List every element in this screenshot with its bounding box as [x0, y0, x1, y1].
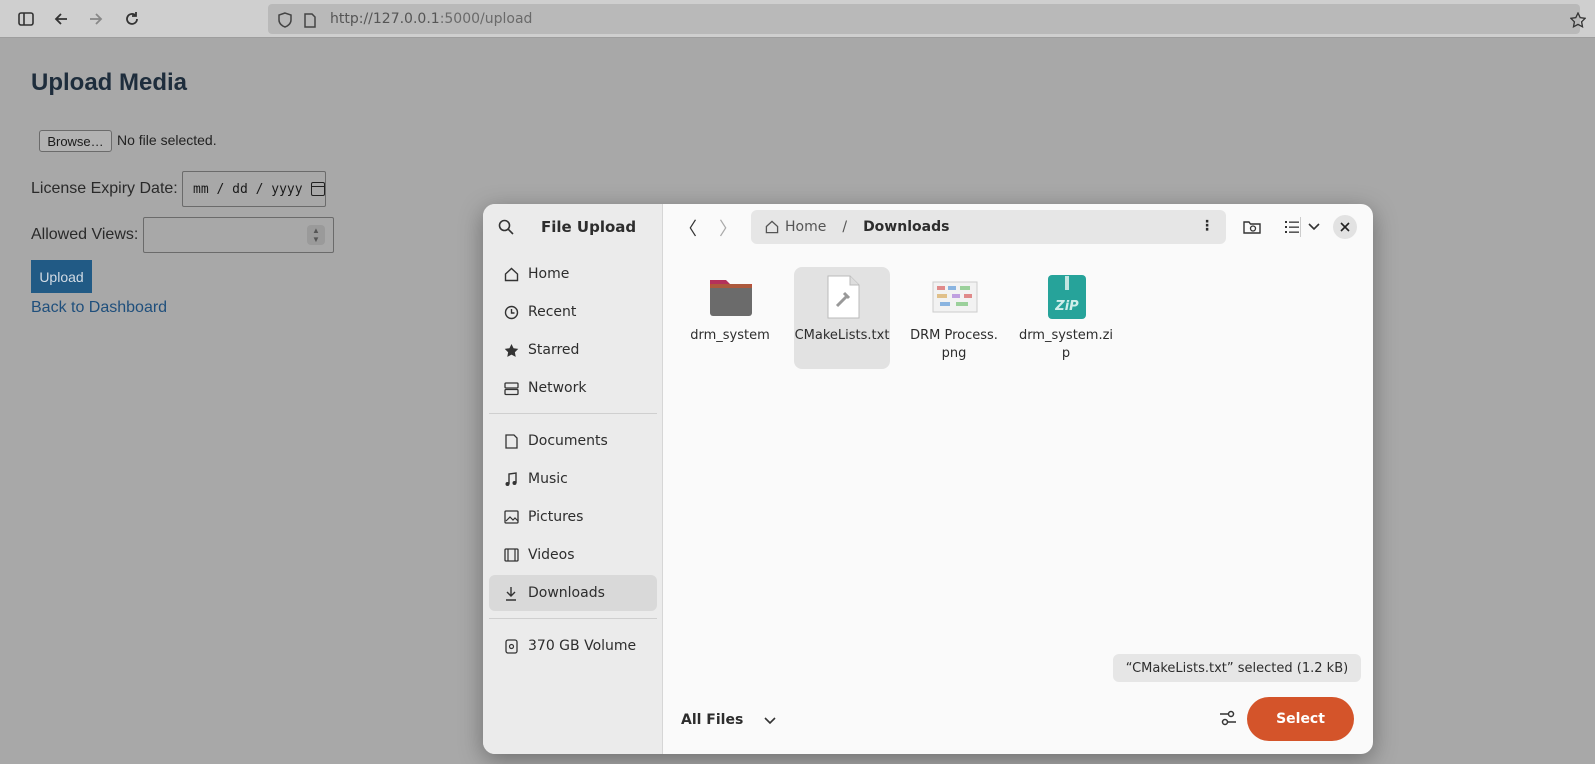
- sidebar-item-label: Network: [528, 380, 587, 396]
- close-icon: [1340, 222, 1350, 232]
- no-file-text: No file selected.: [117, 132, 217, 148]
- date-placeholder: mm / dd / yyyy: [193, 181, 303, 197]
- forward-arrow-icon[interactable]: [82, 5, 110, 33]
- folder-icon: [710, 280, 752, 316]
- sidebar-item-music[interactable]: Music: [489, 461, 657, 497]
- file-item-drm-system-zip[interactable]: ZiP drm_system.zip: [1018, 267, 1114, 369]
- selection-status: “CMakeLists.txt” selected (1.2 kB): [1113, 654, 1361, 682]
- text-file-icon: [827, 275, 860, 319]
- zip-archive-icon: ZiP: [1048, 275, 1086, 319]
- document-icon: [503, 433, 519, 449]
- expiry-date-input[interactable]: mm / dd / yyyy: [182, 171, 326, 207]
- back-arrow-icon[interactable]: [47, 5, 75, 33]
- calendar-icon[interactable]: [310, 182, 325, 196]
- file-upload-dialog: File Upload Home Recent Starred Network …: [483, 204, 1373, 754]
- browser-toolbar: http://127.0.0.1:5000/upload: [0, 0, 1595, 38]
- video-icon: [503, 547, 519, 563]
- sidebar-item-label: Recent: [528, 304, 577, 320]
- network-icon: [503, 380, 519, 396]
- clock-icon: [503, 304, 519, 320]
- sidebar-item-videos[interactable]: Videos: [489, 537, 657, 573]
- sidebar-item-starred[interactable]: Starred: [489, 332, 657, 368]
- star-icon: [503, 342, 519, 358]
- back-to-dashboard-link[interactable]: Back to Dashboard: [31, 299, 167, 317]
- options-icon[interactable]: [1216, 706, 1240, 730]
- allowed-views-label: Allowed Views:: [31, 226, 139, 243]
- file-name: drm_system.zip: [1018, 328, 1114, 361]
- file-name: DRM Process.png: [910, 328, 998, 361]
- forward-chevron-icon[interactable]: 〉: [716, 216, 740, 240]
- sidebar-item-label: Home: [528, 266, 570, 282]
- home-icon: [765, 220, 779, 234]
- file-item-cmakelists[interactable]: CMakeLists.txt: [794, 267, 890, 369]
- bookmark-star-icon[interactable]: [1569, 11, 1587, 29]
- reload-icon[interactable]: [118, 5, 146, 33]
- download-icon: [503, 585, 519, 601]
- breadcrumb-separator: /: [842, 219, 848, 235]
- spinner-icon[interactable]: ▲ ▼: [307, 225, 325, 245]
- breadcrumb-home-label: Home: [785, 219, 827, 235]
- svg-text:ZiP: ZiP: [1054, 299, 1079, 314]
- dialog-header: File Upload: [483, 204, 663, 250]
- sidebar-item-downloads[interactable]: Downloads: [489, 575, 657, 611]
- breadcrumb: Home / Downloads ⋮: [751, 210, 1226, 244]
- sidebar-item-label: Pictures: [528, 509, 584, 525]
- sidebar-item-network[interactable]: Network: [489, 370, 657, 406]
- sidebar-divider: [489, 413, 657, 414]
- address-bar[interactable]: http://127.0.0.1:5000/upload: [268, 4, 1586, 34]
- image-thumbnail-icon: [932, 281, 978, 313]
- picture-icon: [503, 509, 519, 525]
- drive-icon: [503, 638, 519, 654]
- dialog-main: 〈 〉 Home / Downloads ⋮ drm_system CMakeL…: [664, 204, 1373, 754]
- allowed-views-input[interactable]: ▲ ▼: [143, 217, 334, 253]
- music-icon: [503, 471, 519, 487]
- file-type-filter[interactable]: All Files: [681, 712, 743, 728]
- upload-button[interactable]: Upload: [31, 260, 92, 293]
- sidebar-item-label: Music: [528, 471, 568, 487]
- sidebar-item-label: 370 GB Volume: [528, 638, 637, 654]
- breadcrumb-home[interactable]: Home: [765, 219, 826, 235]
- close-button[interactable]: [1333, 215, 1357, 239]
- toolbar-separator: [1300, 217, 1301, 237]
- sidebar-item-volume[interactable]: 370 GB Volume: [489, 628, 657, 664]
- file-name: CMakeLists.txt: [794, 328, 890, 343]
- page-title: Upload Media: [31, 69, 188, 96]
- browse-button[interactable]: Browse…: [39, 130, 112, 152]
- breadcrumb-current[interactable]: Downloads: [863, 219, 949, 235]
- sidebar-toggle-icon[interactable]: [12, 5, 40, 33]
- sidebar-item-documents[interactable]: Documents: [489, 423, 657, 459]
- chevron-down-icon[interactable]: [762, 712, 778, 728]
- sidebar-divider: [489, 618, 657, 619]
- sidebar-item-label: Downloads: [528, 585, 605, 601]
- sidebar-item-recent[interactable]: Recent: [489, 294, 657, 330]
- dialog-sidebar: File Upload Home Recent Starred Network …: [483, 204, 663, 754]
- page-icon[interactable]: [301, 11, 319, 29]
- select-button[interactable]: Select: [1247, 697, 1354, 741]
- more-options-icon[interactable]: ⋮: [1200, 218, 1214, 234]
- file-item-drm-system-folder[interactable]: drm_system: [682, 267, 778, 369]
- back-chevron-icon[interactable]: 〈: [676, 216, 700, 240]
- sidebar-item-label: Videos: [528, 547, 575, 563]
- expiry-date-label: License Expiry Date:: [31, 180, 178, 197]
- chevron-down-icon[interactable]: [1302, 215, 1326, 239]
- search-icon[interactable]: [498, 219, 514, 239]
- home-icon: [503, 266, 519, 282]
- sidebar-item-pictures[interactable]: Pictures: [489, 499, 657, 535]
- sidebar-item-label: Documents: [528, 433, 608, 449]
- shield-icon[interactable]: [276, 11, 294, 29]
- sidebar-item-home[interactable]: Home: [489, 256, 657, 292]
- file-item-drm-process-png[interactable]: DRM Process.png: [906, 267, 1002, 369]
- dialog-title: File Upload: [541, 218, 637, 236]
- file-name: drm_system: [690, 328, 770, 343]
- url-text: http://127.0.0.1:5000/upload: [330, 11, 533, 27]
- search-folder-icon[interactable]: [1240, 215, 1264, 239]
- sidebar-item-label: Starred: [528, 342, 580, 358]
